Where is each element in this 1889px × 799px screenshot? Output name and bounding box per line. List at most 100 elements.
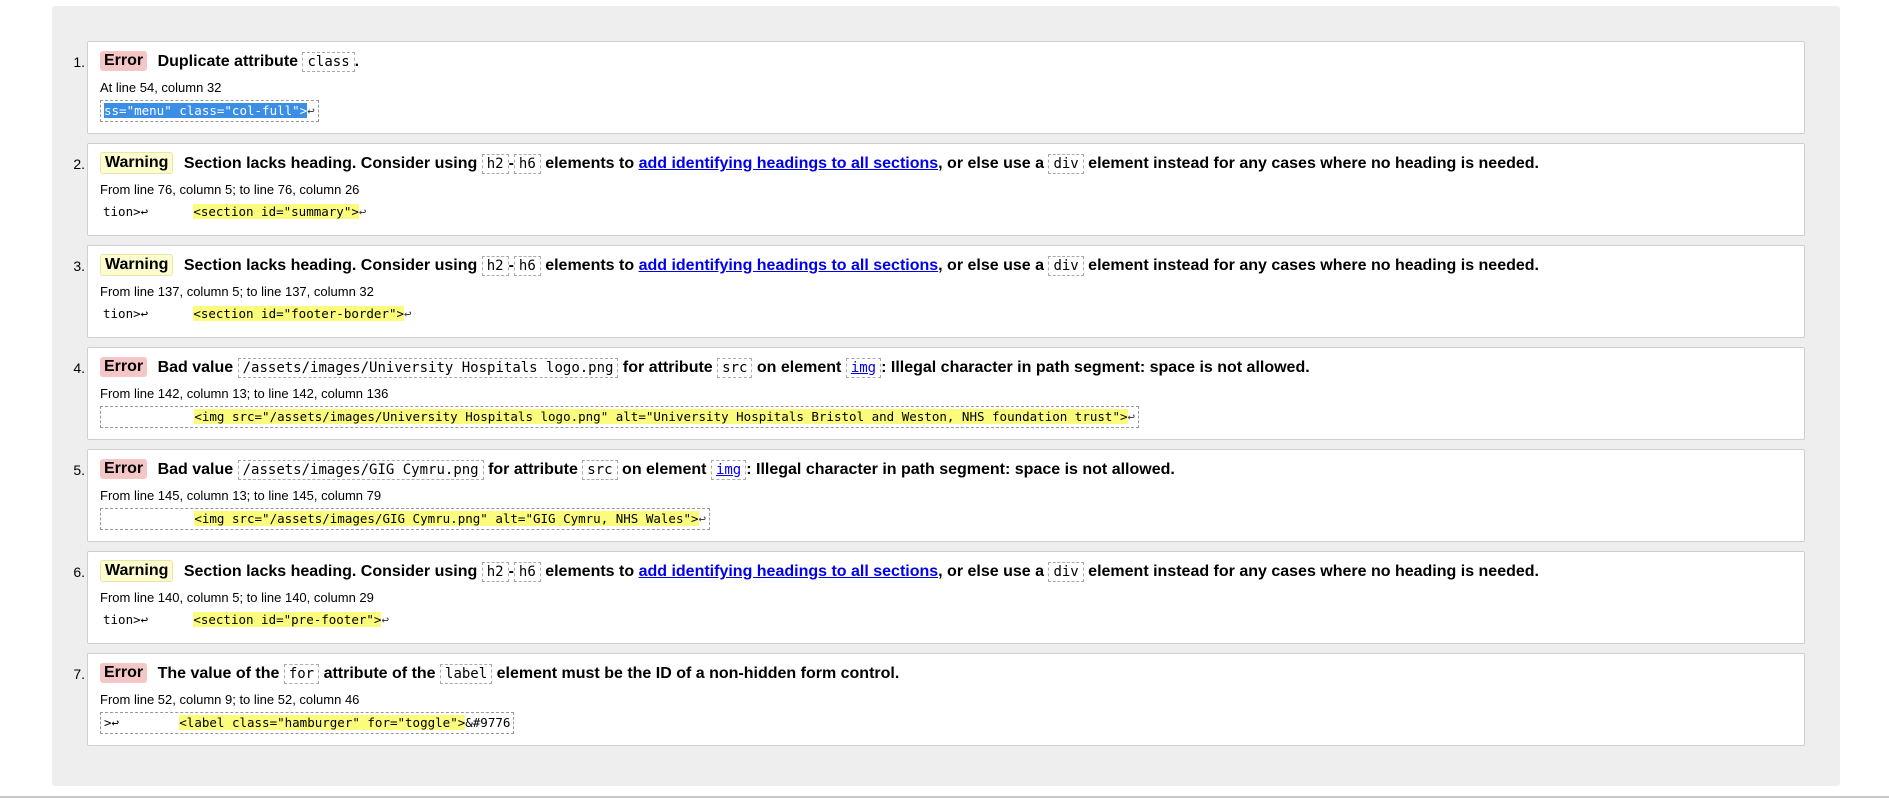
message-fragment: , or else use a <box>938 257 1049 274</box>
bottom-divider <box>0 796 1889 798</box>
source-extract[interactable]: <img src="/assets/images/University Hosp… <box>100 406 1140 428</box>
message-location: From line 137, column 5; to line 137, co… <box>100 284 374 299</box>
message-text: Error Bad value /assets/images/GIG Cymru… <box>100 458 1804 482</box>
source-extract[interactable]: ss="menu" class="col-full">↩ <box>100 100 319 122</box>
extract-highlight: <img src="/assets/images/University Hosp… <box>194 409 1128 424</box>
message-box: Warning Section lacks heading. Consider … <box>87 551 1805 644</box>
message-fragment: Bad value <box>157 461 238 478</box>
message-fragment: on element <box>752 359 846 376</box>
code-token: src <box>582 460 618 480</box>
message-fragment: , or else use a <box>938 155 1049 172</box>
message-number: 3. <box>73 258 85 274</box>
message-location: At line 54, column 32 <box>100 80 222 95</box>
error-badge: Error <box>100 51 148 71</box>
extract-context: tion>↩ <box>103 612 194 627</box>
message-item: 2. Warning Section lacks heading. Consid… <box>73 143 1805 236</box>
message-box: Warning Section lacks heading. Consider … <box>87 143 1805 236</box>
message-fragment: : Illegal character in path segment: spa… <box>746 461 1175 478</box>
error-badge: Error <box>100 459 148 479</box>
code-token: div <box>1048 562 1084 582</box>
message-number: 4. <box>73 360 85 376</box>
message-fragment: Section lacks heading. Consider using <box>183 563 482 580</box>
source-extract[interactable]: tion>↩ <section id="footer-border">↩ <box>100 304 415 324</box>
code-token: class <box>302 52 355 72</box>
message-fragment: Bad value <box>157 359 238 376</box>
message-item: 4. Error Bad value /assets/images/Univer… <box>73 347 1805 440</box>
message-number: 5. <box>73 462 85 478</box>
extract-context: tion>↩ <box>103 306 194 321</box>
message-text: Error Bad value /assets/images/Universit… <box>100 356 1804 380</box>
message-fragment: : Illegal character in path segment: spa… <box>881 359 1310 376</box>
message-fragment: Section lacks heading. Consider using <box>183 257 482 274</box>
code-token: h2 <box>481 256 509 276</box>
extract-highlight: ss="menu" class="col-full"> <box>104 103 308 118</box>
extract-highlight: <section id="summary"> <box>193 204 359 219</box>
message-fragment: elements to <box>540 257 639 274</box>
extract-context: >↩ <box>104 715 180 730</box>
message-fragment: for attribute <box>483 461 583 478</box>
message-fragment: element instead for any cases where no h… <box>1083 257 1539 274</box>
extract-highlight: <label class="hamburger" for="toggle"> <box>179 715 466 730</box>
message-number: 2. <box>73 156 85 172</box>
source-extract[interactable]: tion>↩ <section id="summary">↩ <box>100 202 369 222</box>
code-token: h2 <box>481 562 509 582</box>
headings-help-link[interactable]: add identifying headings to all sections <box>639 563 939 580</box>
message-fragment: Duplicate attribute <box>157 53 303 70</box>
warning-badge: Warning <box>100 152 174 174</box>
error-badge: Error <box>100 357 148 377</box>
message-fragment: on element <box>617 461 711 478</box>
warning-badge: Warning <box>100 560 174 582</box>
message-box: Error Bad value /assets/images/GIG Cymru… <box>87 449 1805 542</box>
message-fragment: elements to <box>540 563 639 580</box>
message-box: Error Bad value /assets/images/Universit… <box>87 347 1805 440</box>
message-fragment: attribute of the <box>319 665 441 682</box>
extract-highlight: <section id="pre-footer"> <box>193 612 382 627</box>
message-text: Warning Section lacks heading. Consider … <box>100 152 1804 176</box>
source-extract[interactable]: tion>↩ <section id="pre-footer">↩ <box>100 610 392 630</box>
headings-help-link[interactable]: add identifying headings to all sections <box>639 155 939 172</box>
extract-highlight: <img src="/assets/images/GIG Cymru.png" … <box>194 511 699 526</box>
code-token-link: img <box>710 460 747 480</box>
message-number: 1. <box>73 54 85 70</box>
message-item: 1. Error Duplicate attribute class. At l… <box>73 41 1805 134</box>
message-location: From line 52, column 9; to line 52, colu… <box>100 692 360 707</box>
message-item: 3. Warning Section lacks heading. Consid… <box>73 245 1805 338</box>
message-fragment: , or else use a <box>938 563 1049 580</box>
img-element-link[interactable]: img <box>851 360 876 376</box>
return-icon: ↩ <box>404 306 412 321</box>
code-token: label <box>440 664 493 684</box>
headings-help-link[interactable]: add identifying headings to all sections <box>639 257 939 274</box>
message-number: 7. <box>73 666 85 682</box>
message-fragment: elements to <box>540 155 639 172</box>
source-extract[interactable]: <img src="/assets/images/GIG Cymru.png" … <box>100 508 711 530</box>
source-extract[interactable]: >↩ <label class="hamburger" for="toggle"… <box>100 712 515 734</box>
return-icon: ↩ <box>698 511 707 526</box>
return-icon: ↩ <box>1127 409 1136 424</box>
message-fragment: element instead for any cases where no h… <box>1083 563 1539 580</box>
message-fragment: element must be the ID of a non-hidden f… <box>492 665 900 682</box>
code-token: h2 <box>481 154 509 174</box>
img-element-link[interactable]: img <box>716 462 741 478</box>
extract-context <box>104 511 194 526</box>
code-token: h6 <box>513 256 541 276</box>
message-item: 6. Warning Section lacks heading. Consid… <box>73 551 1805 644</box>
code-token: div <box>1048 256 1084 276</box>
code-token-link: img <box>845 358 882 378</box>
warning-badge: Warning <box>100 254 174 276</box>
message-text: Warning Section lacks heading. Consider … <box>100 254 1804 278</box>
message-location: From line 145, column 13; to line 145, c… <box>100 488 382 503</box>
code-token: h6 <box>513 154 541 174</box>
extract-context-after: &#9776 <box>465 715 511 730</box>
code-token: /assets/images/GIG Cymru.png <box>237 460 484 480</box>
message-location: From line 76, column 5; to line 76, colu… <box>100 182 360 197</box>
message-fragment: element instead for any cases where no h… <box>1083 155 1539 172</box>
message-item: 7. Error The value of the for attribute … <box>73 653 1805 746</box>
code-token: src <box>717 358 753 378</box>
return-icon: ↩ <box>358 204 367 219</box>
extract-context: tion>↩ <box>103 204 194 219</box>
code-token: for <box>283 664 320 684</box>
message-list: 1. Error Duplicate attribute class. At l… <box>73 41 1805 755</box>
message-box: Warning Section lacks heading. Consider … <box>87 245 1805 338</box>
message-location: From line 140, column 5; to line 140, co… <box>100 590 374 605</box>
code-token: /assets/images/University Hospitals logo… <box>237 358 619 378</box>
